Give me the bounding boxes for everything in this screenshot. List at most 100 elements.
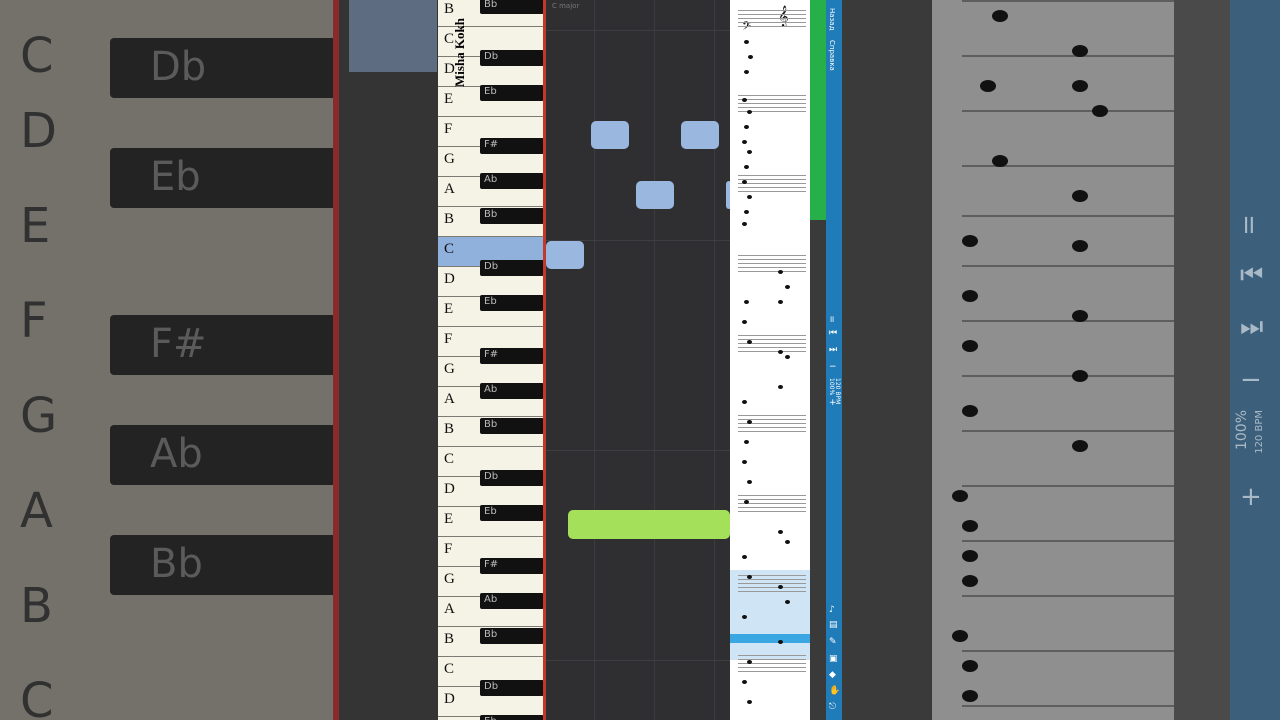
staff-line [738,255,806,256]
black-key[interactable]: Bb [480,418,544,434]
black-key-label: Bb [484,209,498,220]
bg-notehead [1072,310,1088,322]
staff-line [738,187,806,188]
pause-icon-bg: ॥ [1240,210,1256,240]
black-key[interactable]: Db [480,260,544,276]
black-key[interactable]: F# [480,558,544,574]
white-key-label: D [444,271,455,287]
black-key[interactable]: Bb [480,628,544,644]
staff-line [738,107,806,108]
black-key-label: Ab [484,174,498,185]
save-icon[interactable]: ▣ [829,654,838,664]
beat-line [654,0,655,720]
note-block[interactable] [636,181,674,209]
bg-notehead [1072,370,1088,382]
zoom-in-button[interactable]: + [829,398,837,408]
staff-line [738,103,806,104]
sheet-music[interactable]: 𝄞 𝄢 [730,0,810,720]
staff-line [738,335,806,336]
staff-line [738,495,806,496]
staff-line [738,511,806,512]
black-key-label: F# [484,139,499,150]
bg-staff-line [962,55,1174,57]
bg-notehead [992,10,1008,22]
notehead [747,420,752,424]
staff-line [738,183,806,184]
hand-icon[interactable]: ✋ [829,686,840,696]
white-key-label: B [444,211,455,227]
note-block[interactable] [591,121,629,149]
black-key[interactable]: Ab [480,173,544,189]
print-icon[interactable]: ▤ [829,620,838,630]
bg-staff-line [962,375,1174,377]
notehead [747,575,752,579]
note-block-playing[interactable] [546,241,584,269]
note-block[interactable] [681,121,719,149]
bg-notehead [1072,240,1088,252]
notehead [744,70,749,74]
black-key[interactable]: Eb [480,715,544,720]
white-key-label: F [444,121,453,137]
black-key[interactable]: F# [480,348,544,364]
notehead [742,615,747,619]
black-key[interactable]: Ab [480,593,544,609]
notehead [778,530,783,534]
notehead [747,700,752,704]
back-button[interactable]: Назад [828,8,836,30]
notehead [785,540,790,544]
black-key[interactable]: Db [480,680,544,696]
black-key[interactable]: Bb [480,208,544,224]
staff-line [738,351,806,352]
staff-line [738,415,806,416]
black-key[interactable]: Eb [480,505,544,521]
notehead [742,400,747,404]
black-key[interactable]: Db [480,50,544,66]
skip-back-icon[interactable]: ⏮ [829,328,837,338]
staff-line [738,347,806,348]
black-key[interactable]: Eb [480,295,544,311]
bg-notehead [1072,45,1088,57]
notehead [744,440,749,444]
black-key[interactable]: F# [480,138,544,154]
black-key[interactable]: Bb [480,0,544,14]
black-key[interactable]: Db [480,470,544,486]
staff-line [738,667,806,668]
metronome-icon[interactable]: ◆ [829,670,836,680]
notehead [744,300,749,304]
black-key[interactable]: Eb [480,85,544,101]
notehead [747,480,752,484]
notehead [744,165,749,169]
piano-roll[interactable]: C major [546,0,732,720]
note-block-green[interactable] [568,510,730,539]
black-key-label: Bb [484,0,498,10]
author-name: Misha Kokh [452,18,467,87]
exit-icon[interactable]: ⎋ [829,702,836,712]
pause-icon[interactable]: ॥ [829,312,834,325]
zoom-out-button[interactable]: − [829,362,837,372]
white-key-label: E [444,91,454,107]
bg-staff-line [962,485,1174,487]
white-key-label: F [444,331,453,347]
skip-forward-icon[interactable]: ⏭ [829,345,837,355]
skip-back-icon-bg: ⏮ [1240,260,1264,290]
key-label: C major [552,2,580,10]
help-button[interactable]: Справка [828,40,836,71]
staff-line [738,99,806,100]
zoom-out-icon-bg: − [1240,365,1262,395]
notehead [778,350,783,354]
white-key-label: A [444,181,455,197]
white-key-label: F [444,541,453,557]
white-key-label: E [444,301,454,317]
mic-icon[interactable]: ♪ [829,605,835,615]
bg-notehead [992,155,1008,167]
notehead [778,640,783,644]
bg-notehead [962,660,978,672]
octave-line [546,30,730,31]
black-key[interactable]: Ab [480,383,544,399]
edit-icon[interactable]: ✎ [829,637,837,647]
white-key-label: C [444,241,455,257]
piano-keyboard[interactable]: B C D E F G A B C D E F G A B C D E F G A B C D Bb Db Eb F# Ab Bb Db Eb… [438,0,544,720]
bg-notehead [962,340,978,352]
bg-staff-line [962,705,1174,707]
white-key-label: C [444,661,455,677]
